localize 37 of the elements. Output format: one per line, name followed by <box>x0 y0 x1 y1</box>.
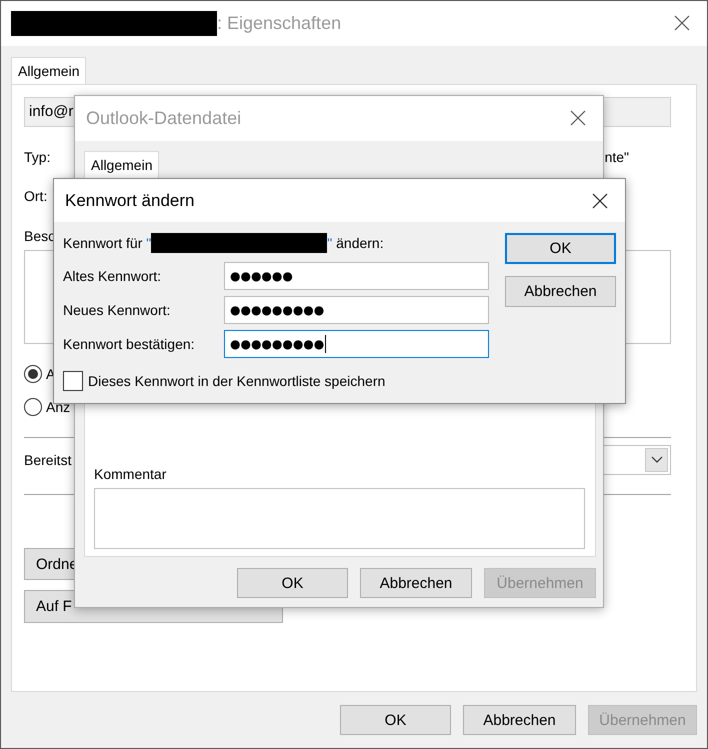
quote-mark: " <box>327 235 332 251</box>
prompt-text: ändern: <box>335 235 384 251</box>
checkbox-label[interactable]: Dieses Kennwort in der Kennwortliste speichern <box>88 373 386 389</box>
field-label: Neues Kennwort: <box>63 302 172 318</box>
field-label: Kennwort bestätigen: <box>63 336 196 352</box>
password-field[interactable]: ●●●●●● <box>224 262 489 290</box>
field-label: Bereitst <box>24 452 72 468</box>
dialog-button[interactable]: OK <box>505 233 616 264</box>
checkbox[interactable] <box>63 371 83 391</box>
dialog-button[interactable]: OK <box>340 705 451 735</box>
quote-mark: " <box>146 235 152 251</box>
password-field[interactable]: ●●●●●●●●● <box>224 330 489 358</box>
radio-button[interactable] <box>24 365 42 383</box>
dialog-button[interactable]: OK <box>237 568 348 598</box>
chevron-down-icon <box>650 456 662 464</box>
close-icon[interactable] <box>592 193 608 209</box>
window-title: Outlook-Datendatei <box>86 108 242 129</box>
prompt-text: Kennwort für <box>63 235 144 251</box>
tab[interactable]: Allgemein <box>84 151 160 178</box>
password-field[interactable]: ●●●●●●●●● <box>224 296 489 324</box>
comment-field[interactable] <box>94 488 585 549</box>
close-icon[interactable] <box>674 15 690 31</box>
dialog-button[interactable]: Abbrechen <box>360 568 472 598</box>
field-label: Besc <box>24 227 56 245</box>
field-label: Altes Kennwort: <box>63 268 162 284</box>
type-value: nte" <box>604 148 629 166</box>
field-label: Typ: <box>24 148 50 166</box>
radio-button[interactable] <box>24 398 42 416</box>
window-title: : Eigenschaften <box>217 13 342 34</box>
field-label: Ort: <box>24 187 48 205</box>
window-title: Kennwort ändern <box>65 190 194 210</box>
dialog-button[interactable]: Abbrechen <box>463 705 576 735</box>
dialog-button[interactable]: Abbrechen <box>505 276 616 307</box>
radio-label[interactable]: Anz <box>46 399 70 415</box>
field-label: Kommentar <box>94 465 168 483</box>
close-icon[interactable] <box>570 110 586 126</box>
tab[interactable]: Allgemein <box>11 57 86 84</box>
